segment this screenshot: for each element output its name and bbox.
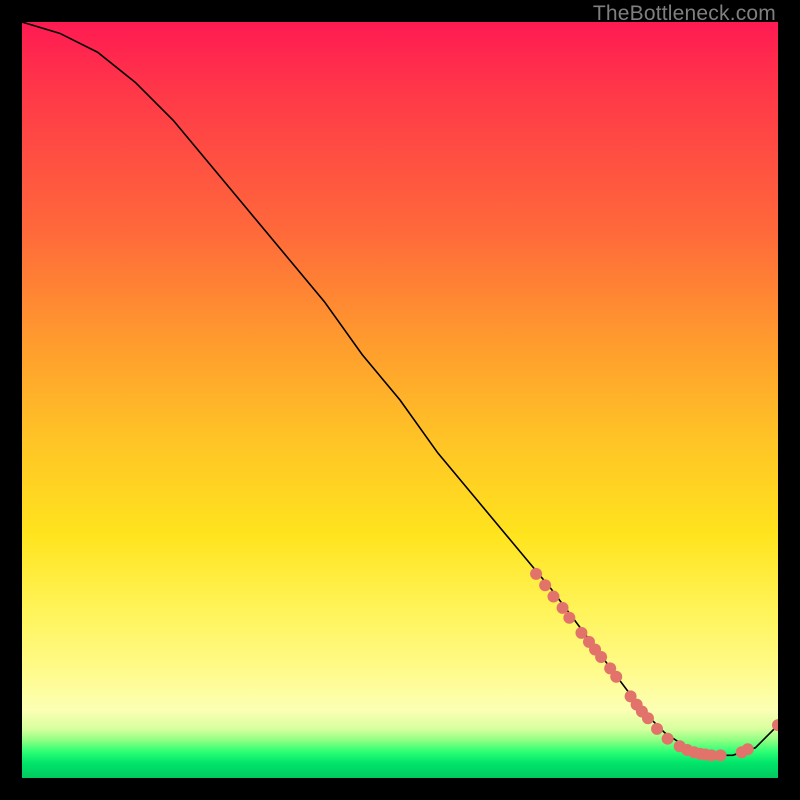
- attribution-text: TheBottleneck.com: [593, 2, 776, 26]
- bottleneck-curve: [22, 22, 778, 755]
- curve-line: [22, 22, 778, 755]
- marker-dot: [651, 723, 663, 735]
- marker-dot: [662, 733, 674, 745]
- marker-dot: [595, 651, 607, 663]
- plot-area: [22, 22, 778, 778]
- marker-dot: [530, 568, 542, 580]
- marker-dot: [642, 712, 654, 724]
- marker-dot: [539, 579, 551, 591]
- marker-dot: [547, 591, 559, 603]
- curve-markers: [530, 568, 778, 761]
- curve-layer: [22, 22, 778, 778]
- marker-dot: [715, 749, 727, 761]
- marker-dot: [610, 671, 622, 683]
- marker-dot: [557, 602, 569, 614]
- marker-dot: [563, 612, 575, 624]
- marker-dot: [742, 743, 754, 755]
- chart-stage: TheBottleneck.com: [0, 0, 800, 800]
